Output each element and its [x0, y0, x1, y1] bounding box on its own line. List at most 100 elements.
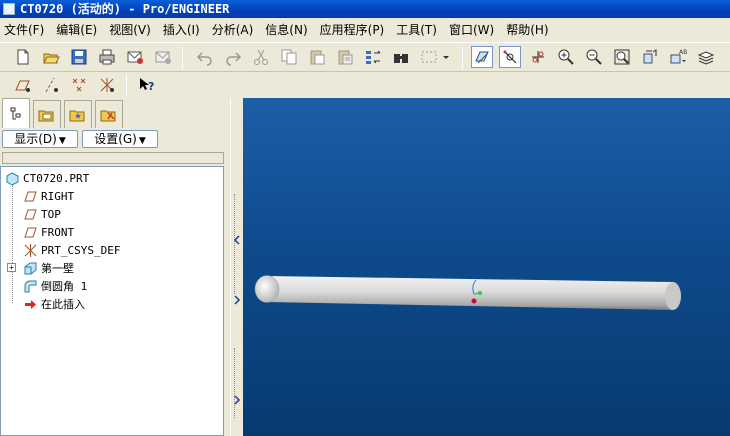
svg-text:AB: AB	[679, 49, 687, 56]
menu-insert[interactable]: 插入(I)	[163, 21, 200, 38]
navigator-tabs	[0, 98, 230, 128]
csys-tag-display-icon[interactable]	[96, 74, 118, 96]
datum-plane-display-icon[interactable]	[471, 46, 493, 68]
point-tag-display-icon[interactable]	[68, 74, 90, 96]
toolbar-separator	[126, 74, 127, 96]
datum-plane-icon	[23, 225, 37, 239]
select-box-icon[interactable]	[418, 46, 440, 68]
tree-item-label: 倒圆角 1	[41, 280, 88, 293]
axis-tag-display-icon[interactable]	[40, 74, 62, 96]
model-view	[254, 275, 681, 311]
cylinder-rod[interactable]	[254, 275, 681, 311]
round-icon	[23, 279, 37, 293]
new-icon[interactable]	[12, 46, 34, 68]
menu-applications[interactable]: 应用程序(P)	[320, 21, 385, 38]
tree-item-label: RIGHT	[41, 189, 75, 203]
tree-item-round[interactable]: 倒圆角 1	[23, 277, 87, 295]
main-toolbar: AB	[0, 42, 730, 72]
context-help-icon[interactable]: ?	[136, 74, 158, 96]
datum-axis-display-icon[interactable]	[499, 46, 521, 68]
expand-right-icon[interactable]	[231, 294, 243, 306]
panel-splitter[interactable]	[230, 98, 243, 436]
tree-item-insert-here[interactable]: 在此插入	[23, 295, 85, 313]
folder-browser-tab[interactable]	[33, 100, 61, 128]
part-icon	[5, 171, 19, 185]
tree-item-label: 在此插入	[41, 298, 85, 311]
tree-connector	[12, 185, 13, 303]
undo-icon[interactable]	[194, 46, 216, 68]
cut-icon[interactable]	[250, 46, 272, 68]
saved-views-icon[interactable]: AB	[667, 46, 689, 68]
email-icon[interactable]	[124, 46, 146, 68]
splitter-grip	[234, 348, 237, 418]
title-bar: CT0720 (活动的) - Pro/ENGINEER	[0, 0, 730, 18]
select-dropdown-arrow[interactable]	[440, 46, 452, 68]
tree-item-label: FRONT	[41, 225, 75, 239]
tree-button-row: 显示(D) ▼ 设置(G) ▼	[0, 130, 230, 148]
graphics-window[interactable]	[243, 98, 730, 436]
tree-column-header[interactable]	[2, 152, 224, 164]
expand-toggle[interactable]: +	[7, 263, 16, 272]
zoom-out-icon[interactable]	[583, 46, 605, 68]
expand-right-icon[interactable]	[231, 394, 243, 406]
tree-item-first-wall[interactable]: 第一壁	[23, 259, 74, 277]
tree-item-label: TOP	[41, 207, 61, 221]
datum-plane-icon	[23, 189, 37, 203]
settings-button[interactable]: 设置(G) ▼	[82, 130, 158, 148]
redo-icon[interactable]	[222, 46, 244, 68]
model-tree: CT0720.PRT RIGHT TOP FRONT PRT_CSYS_DEF …	[0, 166, 224, 436]
regenerate-icon[interactable]	[362, 46, 384, 68]
connections-tab[interactable]	[95, 100, 123, 128]
zoom-in-icon[interactable]	[555, 46, 577, 68]
save-icon[interactable]	[68, 46, 90, 68]
open-icon[interactable]	[40, 46, 62, 68]
menu-bar: 文件(F) 编辑(E) 视图(V) 插入(I) 分析(A) 信息(N) 应用程序…	[0, 18, 730, 40]
chevron-down-icon: ▼	[58, 136, 66, 146]
tree-item-label: 第一壁	[41, 262, 74, 275]
toolbar-separator	[182, 47, 183, 69]
insert-here-icon	[23, 297, 37, 311]
svg-text:?: ?	[148, 80, 154, 93]
datum-toolbar: ?	[0, 72, 730, 98]
print-icon[interactable]	[96, 46, 118, 68]
find-icon[interactable]	[390, 46, 412, 68]
tree-item-part[interactable]: CT0720.PRT	[5, 169, 89, 187]
app-icon	[3, 3, 15, 15]
menu-file[interactable]: 文件(F)	[4, 21, 44, 38]
email-link-icon[interactable]	[152, 46, 174, 68]
csys-icon	[23, 243, 37, 257]
reorient-icon[interactable]	[639, 46, 661, 68]
paste-special-icon[interactable]	[334, 46, 356, 68]
datum-plane-icon	[23, 207, 37, 221]
layers-icon[interactable]	[695, 46, 717, 68]
datum-point-display-icon[interactable]	[527, 46, 549, 68]
menu-window[interactable]: 窗口(W)	[449, 21, 494, 38]
copy-icon[interactable]	[278, 46, 300, 68]
show-button-label: 显示(D)	[14, 132, 57, 146]
navigator-panel: 显示(D) ▼ 设置(G) ▼ CT0720.PRT RIGHT TOP FRONT…	[0, 98, 230, 436]
menu-help[interactable]: 帮助(H)	[506, 21, 548, 38]
menu-edit[interactable]: 编辑(E)	[56, 21, 97, 38]
menu-view[interactable]: 视图(V)	[109, 21, 151, 38]
menu-info[interactable]: 信息(N)	[265, 21, 307, 38]
window-title: CT0720 (活动的) - Pro/ENGINEER	[20, 2, 230, 16]
chevron-down-icon: ▼	[138, 136, 146, 146]
toolbar-separator	[462, 47, 463, 69]
favorites-tab[interactable]	[64, 100, 92, 128]
plane-tag-display-icon[interactable]	[12, 74, 34, 96]
tree-item-front[interactable]: FRONT	[23, 223, 74, 241]
tree-item-top[interactable]: TOP	[23, 205, 61, 223]
tree-item-label: PRT_CSYS_DEF	[41, 243, 121, 257]
menu-analysis[interactable]: 分析(A)	[212, 21, 254, 38]
tree-item-csys[interactable]: PRT_CSYS_DEF	[23, 241, 120, 259]
tree-item-right[interactable]: RIGHT	[23, 187, 74, 205]
tree-item-label: CT0720.PRT	[23, 171, 90, 185]
first-wall-icon	[23, 261, 37, 275]
refit-icon[interactable]	[611, 46, 633, 68]
collapse-left-icon[interactable]	[231, 234, 243, 246]
paste-icon[interactable]	[306, 46, 328, 68]
model-tree-tab[interactable]	[2, 98, 30, 128]
menu-tools[interactable]: 工具(T)	[396, 21, 437, 38]
settings-button-label: 设置(G)	[94, 132, 137, 146]
show-button[interactable]: 显示(D) ▼	[2, 130, 78, 148]
